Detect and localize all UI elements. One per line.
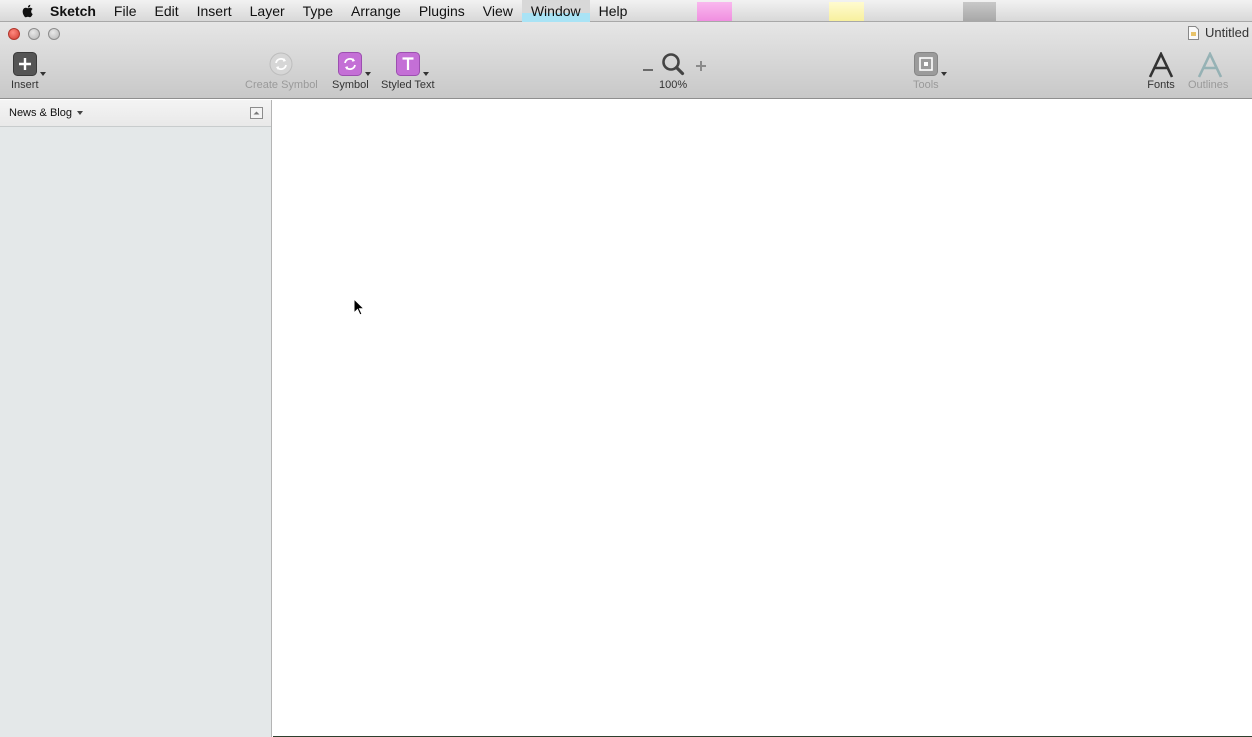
menu-plugins[interactable]: Plugins bbox=[410, 0, 474, 22]
zoom-out-button[interactable] bbox=[642, 61, 654, 71]
insert-icon bbox=[12, 52, 46, 76]
create-symbol-label: Create Symbol bbox=[245, 79, 318, 91]
menubar-yellow-swatch bbox=[829, 2, 864, 21]
styled-text-icon bbox=[395, 52, 429, 76]
zoom-control[interactable]: 100% bbox=[659, 52, 687, 91]
chevron-down-icon bbox=[365, 72, 372, 76]
cursor-icon bbox=[353, 298, 365, 316]
page-name: News & Blog bbox=[9, 107, 72, 119]
layers-sidebar: News & Blog bbox=[0, 100, 272, 737]
menu-edit[interactable]: Edit bbox=[145, 0, 187, 22]
outlines-button[interactable]: Outlines bbox=[1188, 50, 1229, 91]
chevron-down-icon bbox=[76, 111, 83, 115]
menubar-gray-swatch bbox=[963, 2, 996, 21]
window-toolbar: Untitled Insert Create Symbol Symbol Sty… bbox=[0, 22, 1252, 99]
collapse-pages-icon[interactable] bbox=[250, 107, 263, 119]
styled-text-label: Styled Text bbox=[381, 79, 435, 91]
menu-bar: Sketch File Edit Insert Layer Type Arran… bbox=[0, 0, 1252, 22]
menu-view[interactable]: View bbox=[474, 0, 522, 22]
menu-app-sketch[interactable]: Sketch bbox=[48, 0, 105, 22]
magnifier-icon bbox=[661, 52, 685, 76]
create-symbol-icon bbox=[269, 52, 293, 76]
fonts-label: Fonts bbox=[1147, 79, 1175, 91]
zoom-in-button[interactable] bbox=[695, 59, 707, 71]
symbol-icon bbox=[338, 52, 372, 76]
plus-icon bbox=[696, 61, 706, 71]
font-icon bbox=[1147, 50, 1175, 78]
chevron-down-icon bbox=[940, 72, 947, 76]
menu-type[interactable]: Type bbox=[294, 0, 342, 22]
styled-text-button[interactable]: Styled Text bbox=[381, 52, 435, 91]
design-canvas[interactable] bbox=[273, 100, 1252, 737]
minus-icon bbox=[643, 69, 653, 71]
tools-icon bbox=[913, 52, 947, 76]
menu-insert[interactable]: Insert bbox=[188, 0, 241, 22]
tools-button[interactable]: Tools bbox=[913, 52, 947, 91]
tools-label: Tools bbox=[913, 79, 939, 91]
insert-label: Insert bbox=[11, 79, 39, 91]
page-selector[interactable]: News & Blog bbox=[9, 107, 83, 119]
zoom-window-button[interactable] bbox=[48, 28, 60, 40]
symbol-button[interactable]: Symbol bbox=[332, 52, 372, 91]
apple-icon[interactable] bbox=[20, 3, 36, 19]
create-symbol-button[interactable]: Create Symbol bbox=[245, 52, 318, 91]
minimize-window-button[interactable] bbox=[28, 28, 40, 40]
zoom-level: 100% bbox=[659, 79, 688, 91]
document-title: Untitled bbox=[1188, 25, 1249, 40]
chevron-down-icon bbox=[39, 72, 46, 76]
menu-file[interactable]: File bbox=[105, 0, 146, 22]
menu-layer[interactable]: Layer bbox=[241, 0, 294, 22]
outline-font-icon bbox=[1196, 50, 1224, 78]
menu-arrange[interactable]: Arrange bbox=[342, 0, 410, 22]
close-window-button[interactable] bbox=[8, 28, 20, 40]
chevron-down-icon bbox=[422, 72, 429, 76]
insert-button[interactable]: Insert bbox=[11, 52, 46, 91]
sidebar-header: News & Blog bbox=[0, 100, 271, 127]
menubar-pink-swatch bbox=[697, 2, 732, 21]
menu-window[interactable]: Window bbox=[521, 0, 590, 22]
menu-help[interactable]: Help bbox=[590, 0, 637, 22]
document-icon bbox=[1188, 25, 1199, 40]
document-title-text: Untitled bbox=[1205, 25, 1250, 40]
symbol-label: Symbol bbox=[332, 79, 369, 91]
outlines-label: Outlines bbox=[1188, 79, 1229, 91]
fonts-button[interactable]: Fonts bbox=[1147, 50, 1175, 91]
